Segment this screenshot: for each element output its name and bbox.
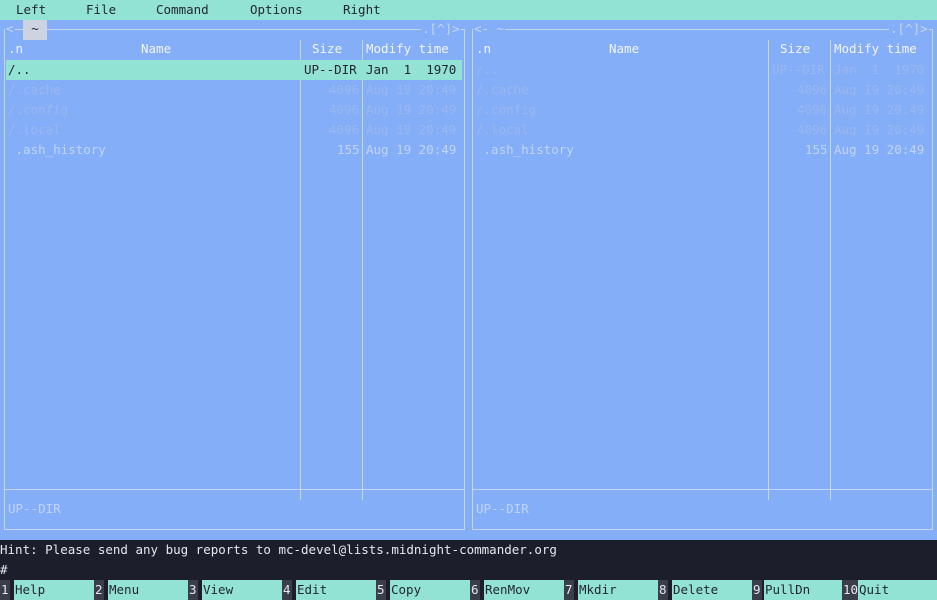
file-size: 4096: [329, 82, 360, 97]
fkey-number: 9: [752, 580, 762, 600]
right-header-mtime[interactable]: Modify time: [834, 40, 917, 58]
file-size: 4096: [329, 122, 360, 137]
right-panel-status: UP--DIR: [476, 501, 529, 516]
menu-left[interactable]: Left: [16, 2, 46, 18]
f2-menu-button[interactable]: 2 Menu: [94, 580, 188, 600]
left-header-sort[interactable]: .n: [8, 40, 23, 58]
file-name: /..: [476, 62, 499, 77]
left-panel-corner-right[interactable]: .[^]>: [421, 21, 461, 37]
fkey-number: 1: [0, 580, 10, 600]
left-panel-path[interactable]: ~: [23, 20, 47, 40]
midnight-commander-window: Left File Command Options Right < ~ .[^]…: [0, 0, 937, 600]
file-size: 4096: [797, 102, 828, 117]
file-mtime: Jan 1 1970: [366, 62, 457, 77]
fkey-number: 6: [470, 580, 480, 600]
file-name: /.local: [476, 122, 529, 137]
left-header-mtime[interactable]: Modify time: [366, 40, 449, 58]
fkey-label: Copy: [390, 580, 470, 600]
fkey-number: 10: [842, 580, 860, 600]
function-key-bar: 1 Help 2 Menu 3 View 4 Edit 5 Copy 6 Ren…: [0, 580, 937, 600]
left-panel-status: UP--DIR: [8, 501, 61, 516]
fkey-label: Quit: [858, 580, 937, 600]
file-size: UP--DIR: [772, 62, 825, 77]
left-status-separator: [4, 489, 465, 490]
file-mtime: Aug 19 20:49: [366, 122, 457, 137]
fkey-number: 2: [94, 580, 104, 600]
f7-mkdir-button[interactable]: 7 Mkdir: [564, 580, 658, 600]
file-row[interactable]: .ash_history 155 Aug 19 20:49: [6, 140, 462, 160]
left-panel-corner-left[interactable]: <: [5, 21, 15, 37]
fkey-number: 7: [564, 580, 574, 600]
file-name: /.cache: [8, 82, 61, 97]
file-size: 155: [337, 142, 360, 157]
fkey-label: View: [202, 580, 282, 600]
file-name: /..: [8, 62, 31, 77]
file-size: 4096: [797, 82, 828, 97]
file-row[interactable]: /.. UP--DIR Jan 1 1970: [474, 60, 930, 80]
left-header-size[interactable]: Size: [312, 40, 342, 58]
fkey-label: Help: [14, 580, 94, 600]
file-size: 4096: [329, 102, 360, 117]
right-panel-corner-left[interactable]: <- ~: [473, 21, 506, 37]
file-row[interactable]: /.config 4096 Aug 19 20:49: [6, 100, 462, 120]
right-header-sort[interactable]: .n: [476, 40, 491, 58]
fkey-number: 3: [188, 580, 198, 600]
file-mtime: Aug 19 20:49: [366, 102, 457, 117]
file-row[interactable]: /.config 4096 Aug 19 20:49: [474, 100, 930, 120]
f10-quit-button[interactable]: 10 Quit: [842, 580, 937, 600]
fkey-label: Edit: [296, 580, 376, 600]
file-row[interactable]: /.local 4096 Aug 19 20:49: [6, 120, 462, 140]
f1-help-button[interactable]: 1 Help: [0, 580, 94, 600]
file-row[interactable]: /.local 4096 Aug 19 20:49: [474, 120, 930, 140]
fkey-label: Mkdir: [578, 580, 658, 600]
file-size: UP--DIR: [304, 62, 357, 77]
fkey-label: PullDn: [764, 580, 842, 600]
command-prompt[interactable]: #: [0, 560, 937, 580]
f3-view-button[interactable]: 3 View: [188, 580, 282, 600]
left-header-name[interactable]: Name: [141, 40, 171, 58]
file-name: /.local: [8, 122, 61, 137]
file-size: 4096: [797, 122, 828, 137]
fkey-number: 8: [658, 580, 668, 600]
hint-line: Hint: Please send any bug reports to mc-…: [0, 540, 937, 560]
file-row[interactable]: /.cache 4096 Aug 19 20:49: [6, 80, 462, 100]
file-row[interactable]: .ash_history 155 Aug 19 20:49: [474, 140, 930, 160]
file-mtime: Aug 19 20:49: [366, 82, 457, 97]
file-mtime: Jan 1 1970: [834, 62, 925, 77]
menu-options[interactable]: Options: [250, 2, 303, 18]
file-row[interactable]: /.. UP--DIR Jan 1 1970: [6, 60, 462, 80]
file-name: .ash_history: [476, 142, 574, 157]
f6-renmov-button[interactable]: 6 RenMov: [470, 580, 564, 600]
menu-file[interactable]: File: [86, 2, 116, 18]
file-mtime: Aug 19 20:49: [834, 142, 925, 157]
file-name: /.config: [476, 102, 537, 117]
file-mtime: Aug 19 20:49: [834, 122, 925, 137]
fkey-label: Menu: [108, 580, 188, 600]
f8-delete-button[interactable]: 8 Delete: [658, 580, 752, 600]
file-name: /.config: [8, 102, 69, 117]
right-panel-corner-right[interactable]: .[^]>: [889, 21, 929, 37]
file-size: 155: [805, 142, 828, 157]
menubar: Left File Command Options Right: [0, 0, 937, 20]
f9-pulldn-button[interactable]: 9 PullDn: [752, 580, 842, 600]
file-mtime: Aug 19 20:49: [834, 102, 925, 117]
f4-edit-button[interactable]: 4 Edit: [282, 580, 376, 600]
f5-copy-button[interactable]: 5 Copy: [376, 580, 470, 600]
menu-right[interactable]: Right: [343, 2, 381, 18]
right-status-separator: [472, 489, 933, 490]
fkey-number: 5: [376, 580, 386, 600]
fkey-number: 4: [282, 580, 292, 600]
menu-command[interactable]: Command: [156, 2, 209, 18]
file-mtime: Aug 19 20:49: [366, 142, 457, 157]
right-panel[interactable]: <- ~ .[^]> .n Name Size Modify time /.. …: [468, 20, 937, 540]
right-header-size[interactable]: Size: [780, 40, 810, 58]
fkey-label: Delete: [672, 580, 752, 600]
file-mtime: Aug 19 20:49: [834, 82, 925, 97]
file-name: .ash_history: [8, 142, 106, 157]
file-name: /.cache: [476, 82, 529, 97]
file-row[interactable]: /.cache 4096 Aug 19 20:49: [474, 80, 930, 100]
right-header-name[interactable]: Name: [609, 40, 639, 58]
fkey-label: RenMov: [484, 580, 564, 600]
left-panel[interactable]: < ~ .[^]> .n Name Size Modify time /.. U…: [0, 20, 469, 540]
